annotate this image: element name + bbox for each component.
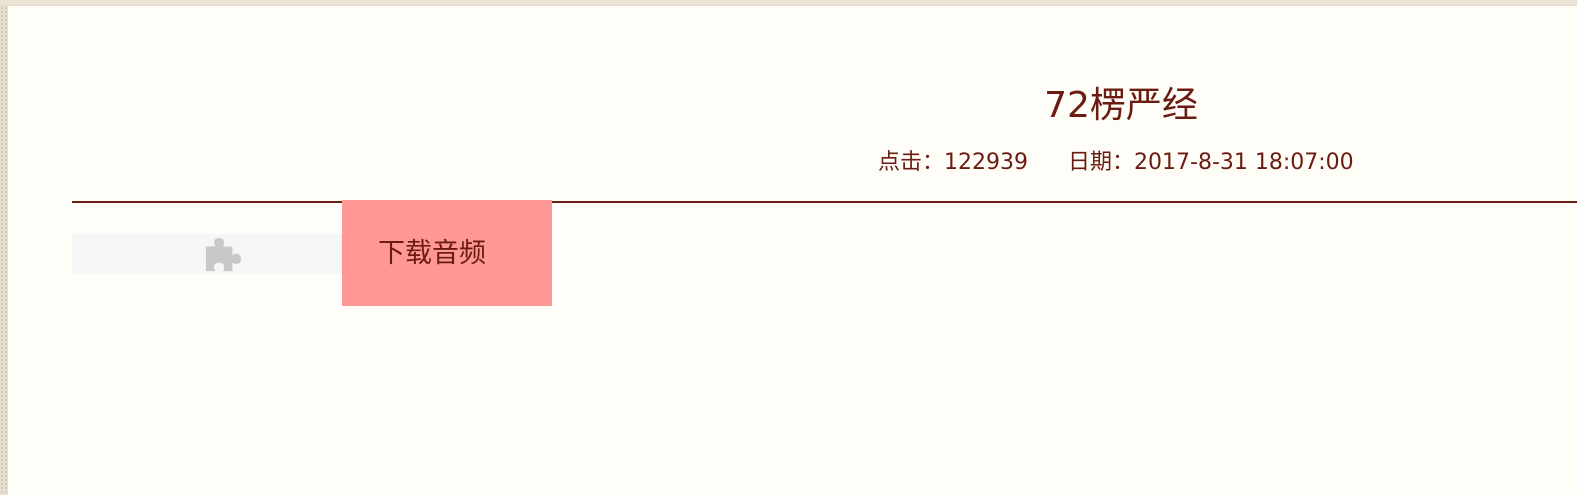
article-title: 72楞严经 (1044, 85, 1198, 126)
page: 72楞严经 点击：122939 日期：2017-8-31 18:07:00 下载音… (0, 0, 1577, 495)
article-meta: 点击：122939 日期：2017-8-31 18:07:00 (878, 148, 1354, 178)
missing-plugin-placeholder[interactable] (72, 234, 372, 274)
article-content: 72楞严经 点击：122939 日期：2017-8-31 18:07:00 下载音… (8, 6, 1577, 495)
publish-date-value: 2017-8-31 18:07:00 (1134, 150, 1354, 175)
left-border (0, 6, 8, 495)
click-count: 点击：122939 (878, 148, 1028, 178)
puzzle-piece-icon (205, 237, 241, 272)
title-divider (72, 201, 1577, 203)
download-audio-label: 下载音频 (378, 238, 486, 269)
publish-date-label: 日期： (1068, 150, 1135, 175)
click-count-value: 122939 (944, 150, 1028, 175)
download-audio-button[interactable]: 下载音频 (342, 200, 552, 306)
click-count-label: 点击： (878, 150, 945, 175)
publish-date: 日期：2017-8-31 18:07:00 (1068, 148, 1354, 178)
